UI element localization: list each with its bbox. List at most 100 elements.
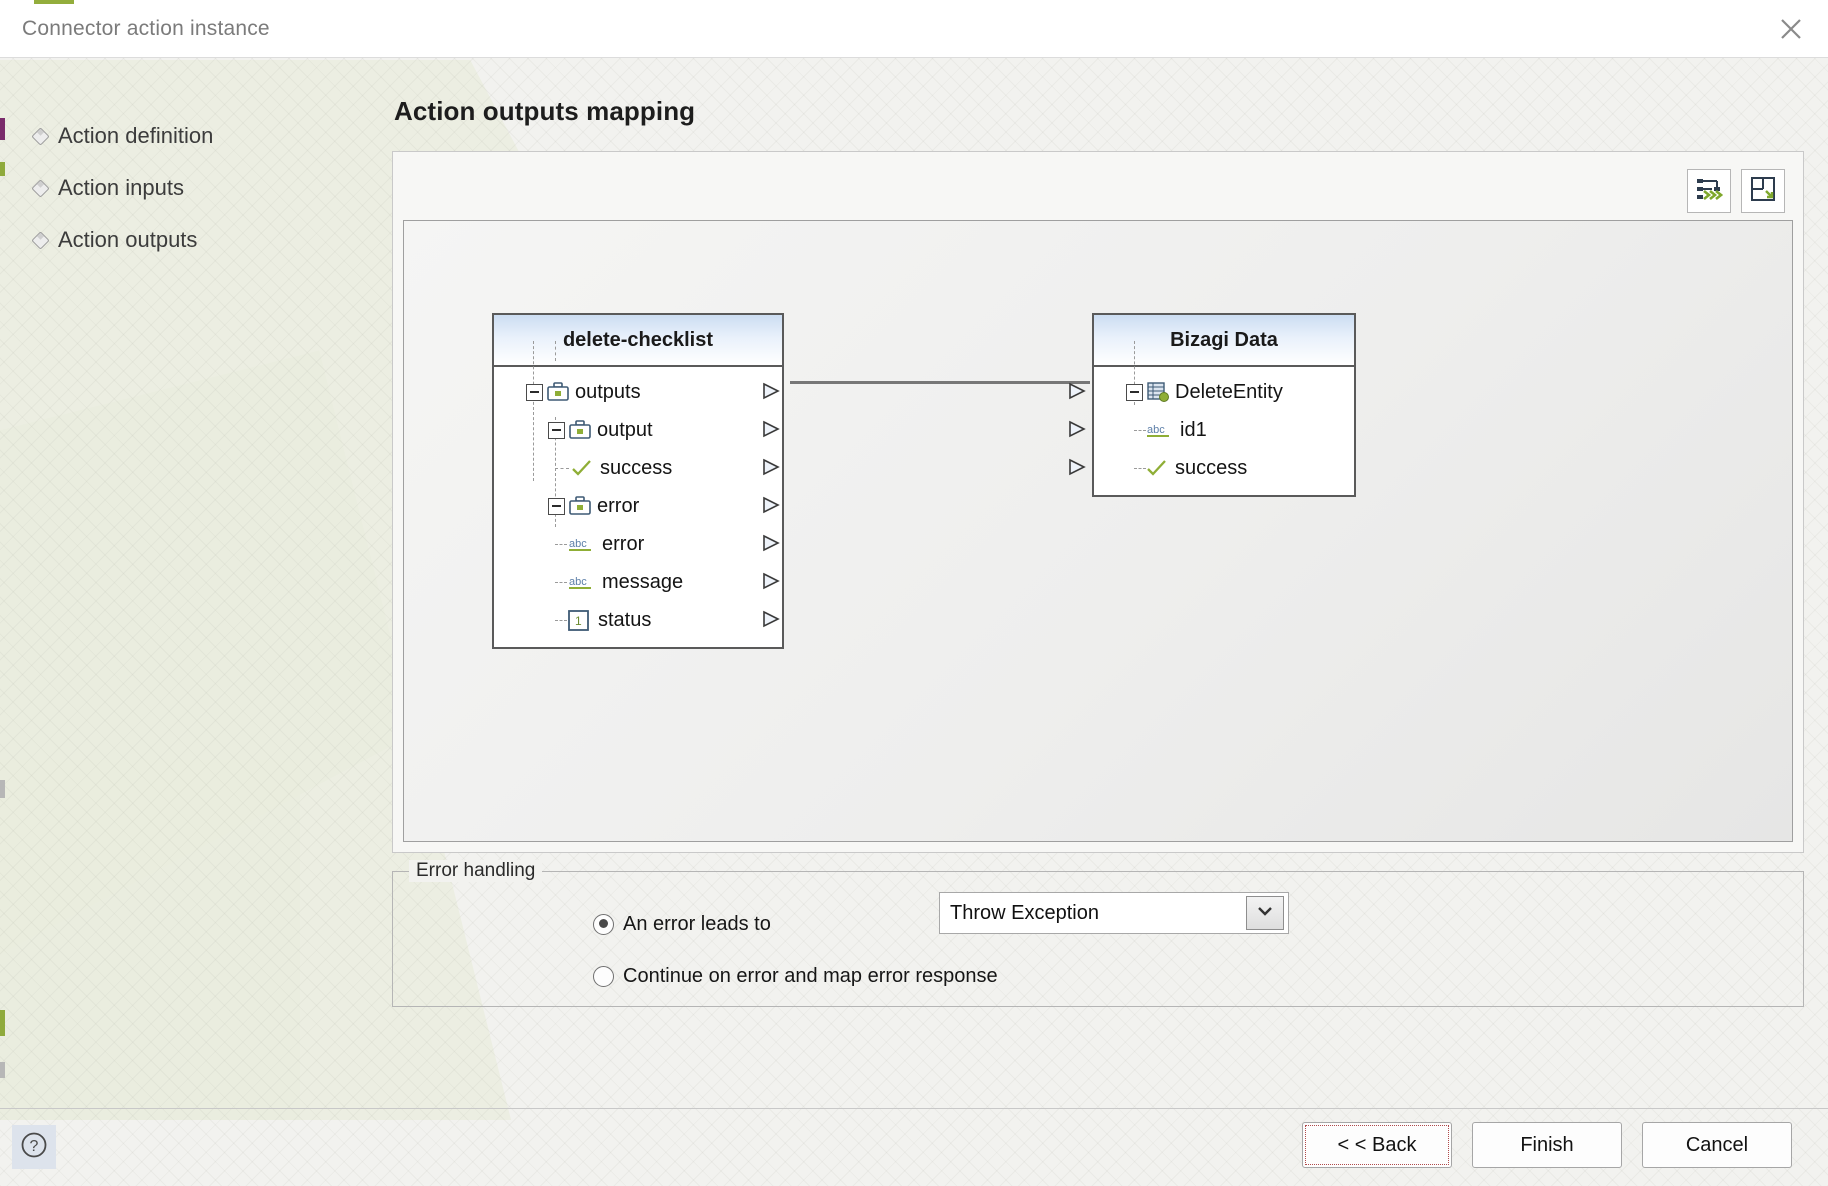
titlebar-accent-bar [34, 0, 74, 4]
output-port[interactable] [762, 420, 784, 440]
expander-toggle[interactable] [1126, 383, 1143, 401]
tree-row-error[interactable]: abc error [494, 525, 782, 563]
arrange-layout-button[interactable] [1741, 169, 1785, 213]
help-icon: ? [19, 1130, 49, 1165]
error-option-label: Continue on error and map error response [623, 964, 998, 987]
tree-row-target-success[interactable]: success [1069, 449, 1354, 487]
sidebar-item-action-outputs[interactable]: Action outputs [0, 214, 360, 266]
auto-map-icon [1695, 175, 1724, 208]
mapping-link-success[interactable] [790, 381, 1090, 384]
svg-text:abc: abc [1147, 424, 1165, 436]
sidebar-item-action-inputs[interactable]: Action inputs [0, 162, 360, 214]
dialog-footer: ? < < Back Finish Cancel [0, 1108, 1828, 1186]
tree-row-output[interactable]: output [494, 411, 782, 449]
source-node-header: delete-checklist [494, 315, 782, 367]
tree-row-label: error [602, 532, 645, 555]
check-icon [571, 459, 592, 478]
briefcase-icon [569, 420, 591, 440]
tree-row-label: message [602, 570, 684, 593]
tree-row-message[interactable]: abc message [494, 563, 782, 601]
briefcase-icon [547, 382, 569, 402]
abc-icon: abc [568, 535, 594, 554]
tree-row-label: output [597, 418, 653, 441]
arrange-layout-icon [1749, 175, 1777, 208]
diamond-bullet-icon [31, 126, 50, 146]
tree-row-label: success [600, 456, 673, 479]
svg-text:?: ? [30, 1138, 39, 1155]
expander-toggle[interactable] [526, 383, 543, 401]
page-title: Action outputs mapping [394, 96, 696, 126]
footer-button-group: < < Back Finish Cancel [1302, 1122, 1792, 1168]
close-button[interactable] [1754, 0, 1828, 57]
tree-row-label: id1 [1180, 418, 1207, 441]
abc-icon: abc [1146, 421, 1172, 440]
tree-row-label: status [598, 608, 652, 631]
tree-row-error-group[interactable]: error [494, 487, 782, 525]
cancel-button[interactable]: Cancel [1642, 1122, 1792, 1168]
diamond-bullet-icon [31, 178, 50, 198]
sidebar-item-action-definition[interactable]: Action definition [0, 110, 360, 162]
check-icon [1146, 459, 1167, 478]
target-node-body: DeleteEntity abc id1 success [1069, 341, 1354, 495]
tree-row-status[interactable]: 1 status [494, 601, 782, 639]
source-node[interactable]: delete-checklist outputs output success … [492, 313, 784, 649]
tree-row-label: outputs [575, 380, 641, 403]
error-handling-legend: Error handling [409, 860, 543, 882]
briefcase-icon [569, 496, 591, 516]
sidebar-item-label: Action definition [58, 123, 214, 148]
target-node[interactable]: Bizagi Data DeleteEntity abc id1 success [1069, 313, 1356, 497]
tree-row-outputs[interactable]: outputs [494, 373, 782, 411]
auto-map-button[interactable] [1687, 169, 1731, 213]
output-port[interactable] [762, 572, 784, 592]
expander-toggle[interactable] [548, 421, 565, 439]
target-node-header: Bizagi Data [1094, 315, 1354, 367]
abc-icon: abc [568, 573, 594, 592]
main-panel: Action outputs mapping delete-checklist … [392, 96, 1804, 1007]
window-title: Connector action instance [22, 16, 270, 40]
help-button[interactable]: ? [12, 1125, 56, 1169]
output-port-connected[interactable] [762, 458, 784, 478]
dropdown-selected-value: Throw Exception [950, 901, 1099, 924]
tree-row-label: error [597, 494, 640, 517]
number-icon-text: 1 [575, 614, 582, 628]
entity-icon [1147, 381, 1169, 403]
input-port[interactable] [1068, 420, 1090, 440]
edge-accent-gray-2 [0, 1062, 5, 1078]
expander-toggle[interactable] [548, 497, 565, 515]
mapping-canvas[interactable]: delete-checklist outputs output success … [403, 220, 1793, 842]
input-port[interactable] [1068, 382, 1090, 402]
radio-an-error-leads-to[interactable] [593, 913, 614, 935]
output-port[interactable] [762, 610, 784, 630]
output-port[interactable] [762, 382, 784, 402]
tree-row-id1[interactable]: abc id1 [1069, 411, 1354, 449]
edge-accent-green-2 [0, 1010, 5, 1036]
mapping-panel: delete-checklist outputs output success … [392, 151, 1804, 853]
tree-row-label: success [1175, 456, 1248, 479]
radio-continue-on-error[interactable] [593, 965, 614, 987]
error-handling-group: Error handling An error leads to Continu… [392, 860, 1804, 1007]
chevron-down-icon [1256, 904, 1274, 922]
svg-text:abc: abc [569, 576, 587, 588]
tree-row-deleteentity[interactable]: DeleteEntity [1069, 373, 1354, 411]
input-port-connected[interactable] [1068, 458, 1090, 478]
close-icon [1778, 16, 1804, 42]
error-option-label: An error leads to [623, 912, 771, 935]
edge-accent-gray [0, 780, 5, 798]
svg-text:abc: abc [569, 538, 587, 550]
output-port[interactable] [762, 496, 784, 516]
error-action-dropdown[interactable]: Throw Exception [939, 892, 1289, 934]
diamond-bullet-icon [31, 230, 50, 250]
output-port[interactable] [762, 534, 784, 554]
tree-row-success[interactable]: success [494, 449, 782, 487]
mapping-toolbar [403, 162, 1793, 220]
source-node-body: outputs output success error abc error a… [494, 341, 782, 647]
finish-button[interactable]: Finish [1472, 1122, 1622, 1168]
dropdown-toggle[interactable] [1246, 896, 1284, 930]
sidebar-item-label: Action inputs [58, 175, 184, 200]
window-titlebar: Connector action instance [0, 0, 1828, 58]
sidebar-nav: Action definition Action inputs Action o… [0, 110, 360, 266]
sidebar-item-label: Action outputs [58, 227, 198, 252]
error-option-row-2[interactable]: Continue on error and map error response [393, 950, 1803, 1002]
number-icon: 1 [568, 609, 590, 631]
back-button[interactable]: < < Back [1302, 1122, 1452, 1168]
